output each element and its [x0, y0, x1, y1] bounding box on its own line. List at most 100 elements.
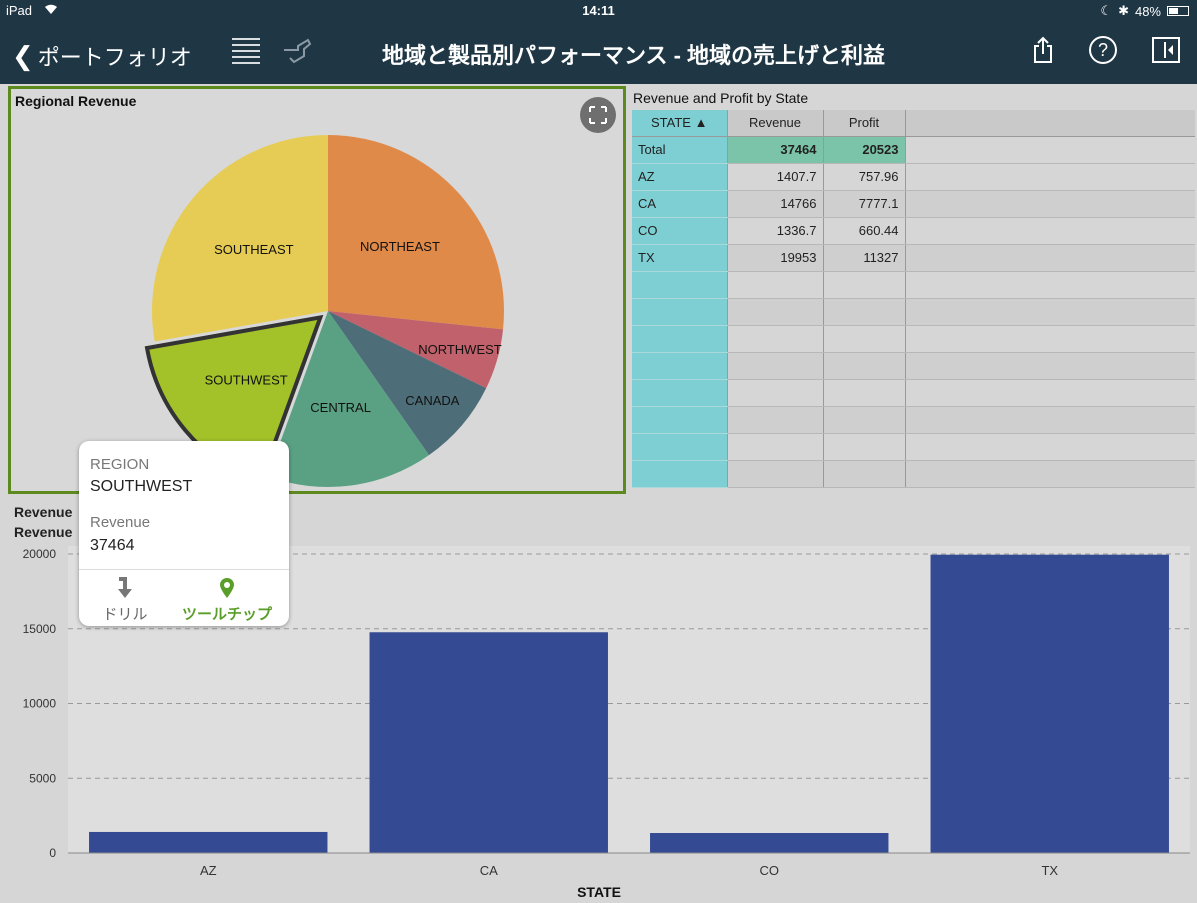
cell-empty: [823, 298, 906, 326]
list-icon[interactable]: [232, 38, 260, 64]
regional-revenue-panel[interactable]: Regional Revenue NORTHEAST NORTHWEST CANAD…: [8, 86, 626, 494]
pie-label-southwest: SOUTHWEST: [205, 373, 288, 388]
cell-empty: [727, 271, 824, 299]
cell-empty: [823, 352, 906, 380]
cell-empty: [823, 271, 906, 299]
cell-blank: [905, 163, 1195, 191]
cell-blank: [905, 190, 1195, 218]
cell-empty: [905, 406, 1195, 434]
page-title: 地域と製品別パフォーマンス - 地域の売上げと利益: [381, 43, 886, 68]
tooltip-value-region: SOUTHWEST: [90, 478, 193, 495]
chevron-left-icon: ❮: [12, 40, 34, 71]
cell-state: CO: [632, 217, 728, 245]
table-row-empty: [632, 379, 1195, 407]
x-axis-title: STATE: [577, 884, 621, 900]
cell-state: AZ: [632, 163, 728, 191]
side-panel-icon[interactable]: [1152, 37, 1180, 63]
x-tick-label: CO: [760, 863, 780, 878]
cell-state: TX: [632, 244, 728, 272]
drill-button[interactable]: ドリル: [97, 577, 153, 624]
pie-label-southeast: SOUTHEAST: [214, 242, 294, 257]
cell-empty: [823, 433, 906, 461]
table-title: Revenue and Profit by State: [633, 90, 809, 106]
bar-tx[interactable]: [930, 554, 1169, 853]
cell-empty: [727, 325, 824, 353]
column-header-profit[interactable]: Profit: [823, 110, 906, 137]
battery-icon: [1167, 6, 1189, 16]
cell-state: CA: [632, 190, 728, 218]
tooltip-popup: REGION SOUTHWEST Revenue 37464 ドリル ツールチッ…: [79, 441, 289, 626]
pie-slice-southeast[interactable]: [151, 135, 328, 342]
battery-percent: 48%: [1134, 3, 1161, 19]
cell-empty: [632, 406, 728, 434]
cell-blank: [905, 244, 1195, 272]
help-icon[interactable]: ?: [1089, 36, 1117, 64]
cell-empty: [905, 271, 1195, 299]
table-row-empty: [632, 298, 1195, 326]
status-right: ☾ ✱ 48%: [1100, 3, 1189, 19]
cell-revenue: 37464: [727, 136, 824, 164]
cell-empty: [632, 298, 728, 326]
cell-empty: [905, 433, 1195, 461]
y-tick-label: 5000: [29, 771, 56, 785]
data-table: STATE ▲ Revenue Profit Total 37464 20523 AZ…: [632, 110, 1195, 488]
table-row-empty: [632, 271, 1195, 299]
y-tick-label: 0: [49, 846, 56, 860]
cell-empty: [727, 298, 824, 326]
table-row[interactable]: CO 1336.7 660.44: [632, 217, 1195, 245]
table-row-empty: [632, 460, 1195, 488]
cell-empty: [823, 460, 906, 488]
status-bar: iPad 14:11 ☾ ✱ 48%: [0, 0, 1197, 22]
tooltip-key-revenue: Revenue: [90, 514, 151, 531]
bar-az[interactable]: [89, 831, 328, 853]
table-row-empty: [632, 352, 1195, 380]
tooltip-label: ツールチップ: [181, 606, 272, 623]
cell-empty: [632, 271, 728, 299]
bluetooth-icon: ✱: [1118, 3, 1129, 18]
drill-down-icon: [118, 577, 132, 598]
column-header-revenue[interactable]: Revenue: [727, 110, 824, 137]
x-tick-label: CA: [480, 863, 498, 878]
column-header-blank: [905, 110, 1195, 137]
cell-state: Total: [632, 136, 728, 164]
y-tick-label: 10000: [23, 697, 57, 711]
table-row[interactable]: AZ 1407.7 757.96: [632, 163, 1195, 191]
cell-empty: [632, 379, 728, 407]
cell-empty: [727, 460, 824, 488]
column-header-state[interactable]: STATE ▲: [632, 110, 728, 137]
cell-empty: [905, 379, 1195, 407]
table-row[interactable]: TX 19953 11327: [632, 244, 1195, 272]
map-pin-icon: [220, 578, 234, 598]
pointer-hand-icon[interactable]: [280, 36, 314, 66]
cell-blank: [905, 217, 1195, 245]
revenue-profit-table-panel: Revenue and Profit by State STATE ▲ Reve…: [630, 86, 1197, 494]
cell-profit: 660.44: [823, 217, 906, 245]
back-label: ポートフォリオ: [37, 45, 192, 70]
cell-empty: [727, 433, 824, 461]
cell-empty: [632, 325, 728, 353]
status-time: 14:11: [582, 3, 615, 18]
bar-ca[interactable]: [369, 632, 608, 853]
tooltip-value-revenue: 37464: [90, 537, 135, 554]
cell-empty: [632, 460, 728, 488]
back-button[interactable]: ❮ ポートフォリオ: [12, 40, 192, 72]
cell-empty: [632, 352, 728, 380]
y-tick-label: 15000: [23, 622, 57, 636]
table-row-empty: [632, 325, 1195, 353]
pie-label-northeast: NORTHEAST: [360, 239, 440, 254]
cell-empty: [823, 325, 906, 353]
table-row[interactable]: Total 37464 20523: [632, 136, 1195, 164]
cell-revenue: 1407.7: [727, 163, 824, 191]
pie-chart[interactable]: NORTHEAST NORTHWEST CANADA CENTRAL SOUTHWEST…: [11, 89, 623, 491]
pie-slice-northeast[interactable]: [328, 135, 504, 330]
share-icon[interactable]: [1032, 36, 1054, 64]
tooltip-button[interactable]: ツールチップ: [177, 577, 277, 624]
cell-empty: [823, 406, 906, 434]
cell-empty: [727, 379, 824, 407]
cell-profit: 20523: [823, 136, 906, 164]
table-row[interactable]: CA 14766 7777.1: [632, 190, 1195, 218]
bar-co[interactable]: [650, 833, 889, 853]
nav-bar: ❮ ポートフォリオ 地域と製品別パフォーマンス - 地域の売上げと利益 ?: [0, 22, 1197, 84]
cell-empty: [823, 379, 906, 407]
moon-icon: ☾: [1100, 3, 1113, 18]
